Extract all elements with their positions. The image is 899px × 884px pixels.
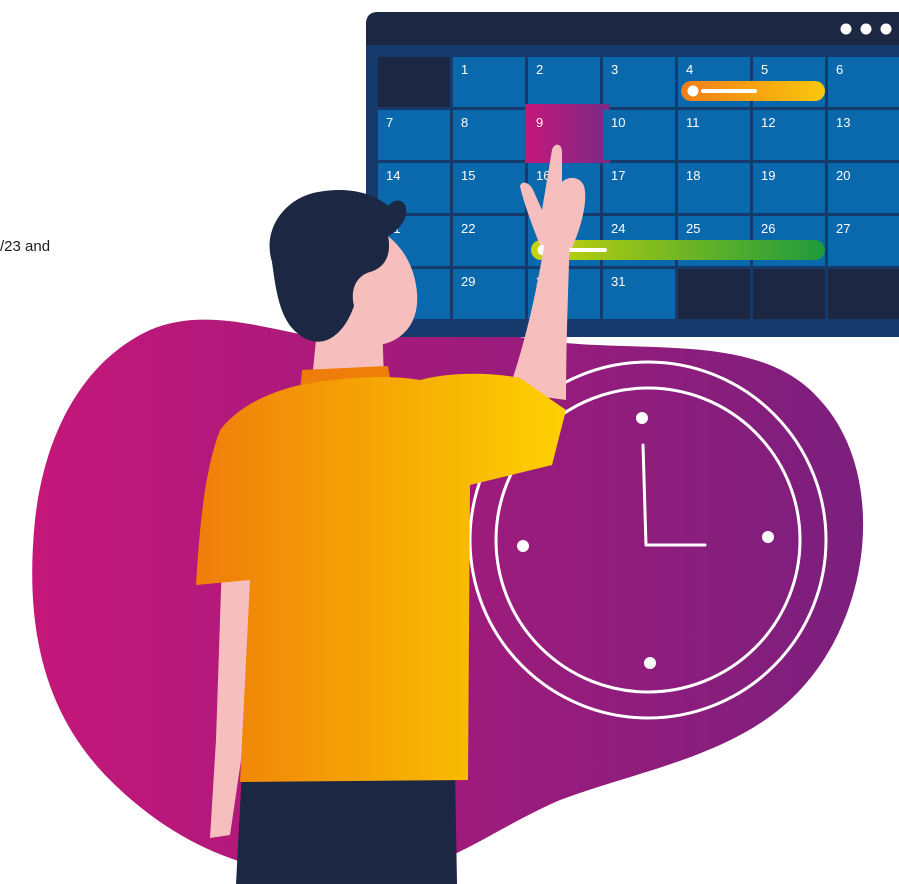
orange-event-bar[interactable] [681,81,825,101]
empty-day-cell [678,269,750,319]
day-number: 20 [836,168,850,183]
day-number: 22 [461,221,475,236]
day-number: 10 [611,115,625,130]
green-event-bar[interactable] [531,240,825,260]
event-handle-icon[interactable] [687,85,699,97]
day-number: 18 [686,168,700,183]
day-number: 13 [836,115,850,130]
day-number: 26 [761,221,775,236]
day-number: 17 [611,168,625,183]
day-number: 9 [536,115,543,130]
empty-day-cell [378,57,450,107]
clock-marker-12 [636,412,648,424]
calendar-day-cell[interactable]: 3 [603,57,675,107]
clock-marker-9 [517,540,529,552]
day-number: 25 [686,221,700,236]
day-number: 12 [761,115,775,130]
calendar-day-cell[interactable] [753,269,825,319]
calendar-day-cell[interactable] [678,269,750,319]
day-number: 6 [836,62,843,77]
empty-day-cell [828,269,899,319]
calendar-day-cell[interactable]: 20 [828,163,899,213]
day-number: 27 [836,221,850,236]
clock-marker-3 [762,531,774,543]
calendar-illustration: 1234567891011121314151617181920212223242… [32,12,899,884]
calendar-day-cell[interactable]: 17 [603,163,675,213]
calendar-day-cell[interactable]: 18 [678,163,750,213]
window-title-bar [366,12,899,45]
calendar-day-cell[interactable]: 15 [453,163,525,213]
day-number: 2 [536,62,543,77]
calendar-day-cell[interactable]: 22 [453,216,525,266]
pants [236,770,457,884]
selected-day-highlight [525,104,610,163]
calendar-day-cell[interactable] [828,269,899,319]
day-number: 11 [686,115,700,130]
calendar-day-cell[interactable] [378,57,450,107]
calendar-day-cell[interactable]: 7 [378,110,450,160]
calendar-day-cell[interactable]: 19 [753,163,825,213]
calendar-day-cell[interactable]: 10 [603,110,675,160]
day-number: 7 [386,115,393,130]
calendar-day-cell[interactable]: 27 [828,216,899,266]
day-number: 1 [461,62,468,77]
day-number: 29 [461,274,475,289]
calendar-day-cell[interactable]: 9 [525,104,610,163]
day-number: 31 [611,274,625,289]
window-dot-icon[interactable] [840,23,852,35]
day-number: 3 [611,62,618,77]
day-number: 15 [461,168,475,183]
calendar-day-cell[interactable]: 1 [453,57,525,107]
window-controls [840,23,892,35]
day-number: 19 [761,168,775,183]
calendar-day-cell[interactable]: 6 [828,57,899,107]
calendar-day-cell[interactable]: 8 [453,110,525,160]
window-dot-icon[interactable] [880,23,892,35]
window-dot-icon[interactable] [860,23,872,35]
empty-day-cell [753,269,825,319]
clock-marker-6 [644,657,656,669]
day-number: 4 [686,62,693,77]
calendar-day-cell[interactable]: 11 [678,110,750,160]
day-number: 24 [611,221,625,236]
calendar-day-cell[interactable]: 13 [828,110,899,160]
calendar-day-cell[interactable]: 31 [603,269,675,319]
day-number: 8 [461,115,468,130]
calendar-day-cell[interactable]: 2 [528,57,600,107]
calendar-window: 1234567891011121314151617181920212223242… [366,12,899,337]
calendar-day-cell[interactable]: 29 [453,269,525,319]
calendar-day-cell[interactable]: 12 [753,110,825,160]
day-number: 5 [761,62,768,77]
day-number: 14 [386,168,400,183]
